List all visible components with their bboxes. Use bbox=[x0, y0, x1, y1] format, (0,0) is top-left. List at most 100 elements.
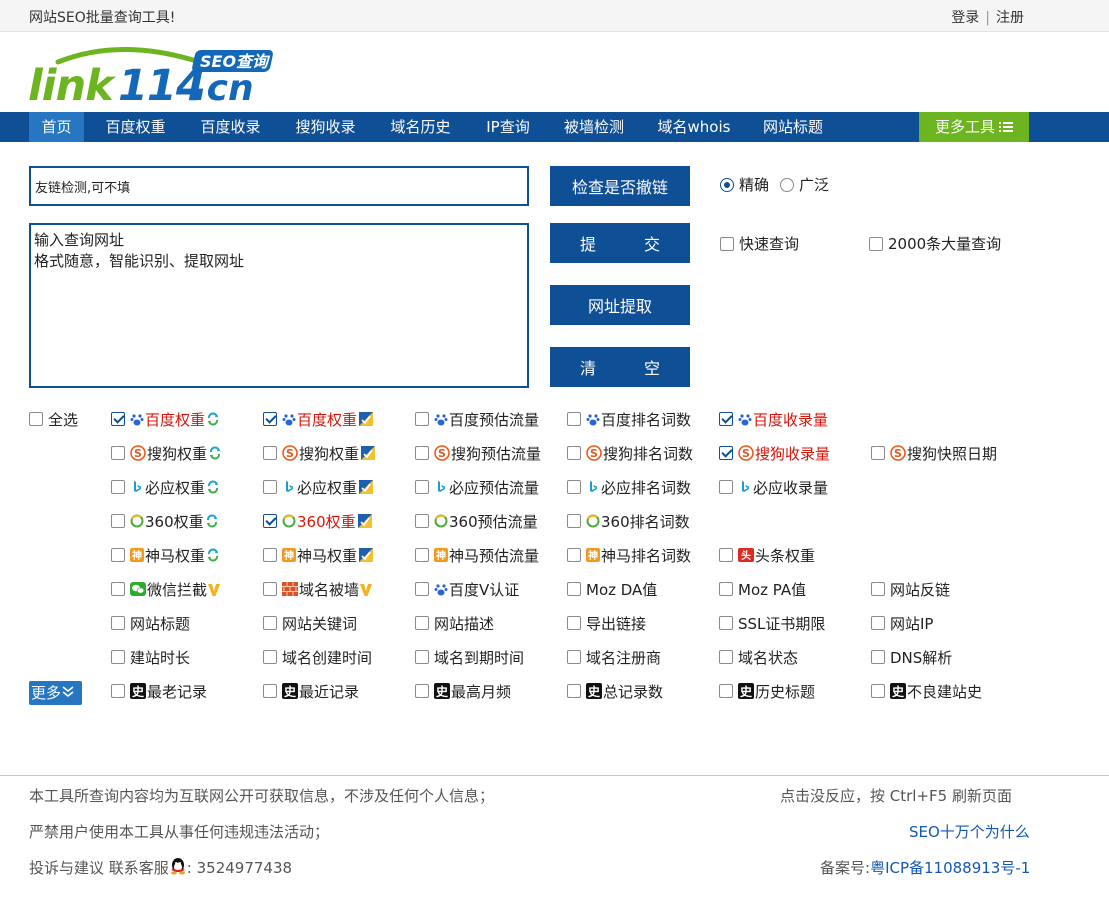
option-checkbox[interactable] bbox=[111, 616, 125, 630]
option-checkbox[interactable] bbox=[111, 480, 125, 494]
option-item[interactable]: S 搜狗快照日期 bbox=[871, 441, 997, 465]
option-item[interactable]: 域名状态 bbox=[719, 645, 798, 669]
option-item[interactable]: S 搜狗权重 bbox=[263, 441, 376, 465]
seo-faq-link[interactable]: SEO十万个为什么 bbox=[909, 823, 1030, 841]
option-checkbox[interactable] bbox=[415, 548, 429, 562]
option-item[interactable]: 头头条权重 bbox=[719, 543, 815, 567]
nav-site-title[interactable]: 网站标题 bbox=[750, 112, 836, 142]
match-broad-option[interactable]: 广泛 bbox=[780, 174, 829, 195]
option-item[interactable]: 史不良建站史 bbox=[871, 679, 982, 703]
option-item[interactable]: 必应预估流量 bbox=[415, 475, 539, 499]
option-checkbox[interactable] bbox=[567, 514, 581, 528]
nav-home[interactable]: 首页 bbox=[29, 112, 84, 142]
option-checkbox[interactable] bbox=[719, 548, 733, 562]
option-item[interactable]: 360权重 bbox=[111, 509, 219, 533]
option-checkbox[interactable] bbox=[263, 480, 277, 494]
option-checkbox[interactable] bbox=[263, 412, 277, 426]
option-checkbox[interactable] bbox=[415, 650, 429, 664]
site-logo[interactable]: link 114 .cn SEO查询 bbox=[28, 40, 278, 111]
register-link[interactable]: 注册 bbox=[996, 10, 1024, 26]
option-item[interactable]: 必应权重 bbox=[263, 475, 374, 499]
option-checkbox[interactable] bbox=[567, 412, 581, 426]
option-checkbox[interactable] bbox=[263, 650, 277, 664]
option-checkbox[interactable] bbox=[871, 684, 885, 698]
option-item[interactable]: 必应权重 bbox=[111, 475, 220, 499]
option-item[interactable]: 史总记录数 bbox=[567, 679, 663, 703]
option-item[interactable]: 建站时长 bbox=[111, 645, 190, 669]
option-item[interactable]: 域名被墙 bbox=[263, 577, 373, 601]
nav-whois[interactable]: 域名whois bbox=[646, 112, 742, 142]
option-item[interactable]: 网站IP bbox=[871, 611, 933, 635]
bulk-query-checkbox[interactable] bbox=[869, 236, 883, 251]
icp-link[interactable]: 粤ICP备11088913号-1 bbox=[870, 859, 1030, 877]
option-item[interactable]: 史最老记录 bbox=[111, 679, 207, 703]
option-checkbox[interactable] bbox=[719, 582, 733, 596]
option-item[interactable]: 网站反链 bbox=[871, 577, 950, 601]
option-item[interactable]: 百度收录量 bbox=[719, 407, 828, 431]
option-checkbox[interactable] bbox=[871, 582, 885, 596]
option-checkbox[interactable] bbox=[719, 616, 733, 630]
bulk-query-option[interactable]: 2000条大量查询 bbox=[869, 233, 1001, 254]
option-checkbox[interactable] bbox=[415, 514, 429, 528]
match-exact-radio[interactable] bbox=[720, 177, 734, 192]
option-item[interactable]: S 搜狗预估流量 bbox=[415, 441, 541, 465]
option-item[interactable]: 360权重 bbox=[263, 509, 373, 533]
more-options-button[interactable]: 更多 bbox=[29, 681, 82, 705]
option-item[interactable]: 微信拦截 bbox=[111, 577, 221, 601]
submit-button[interactable]: 提 交 bbox=[550, 223, 690, 263]
option-checkbox[interactable] bbox=[567, 446, 581, 460]
option-item[interactable]: S 搜狗权重 bbox=[111, 441, 222, 465]
option-checkbox[interactable] bbox=[263, 684, 277, 698]
option-checkbox[interactable] bbox=[871, 650, 885, 664]
option-checkbox[interactable] bbox=[263, 582, 277, 596]
nav-baidu-index[interactable]: 百度收录 bbox=[187, 112, 274, 142]
option-checkbox[interactable] bbox=[111, 582, 125, 596]
select-all-option[interactable]: 全选 bbox=[29, 407, 78, 431]
option-checkbox[interactable] bbox=[567, 582, 581, 596]
url-textarea[interactable] bbox=[29, 223, 529, 388]
option-item[interactable]: 史最近记录 bbox=[263, 679, 359, 703]
clear-button[interactable]: 清 空 bbox=[550, 347, 690, 387]
option-checkbox[interactable] bbox=[719, 446, 733, 460]
option-item[interactable]: Moz PA值 bbox=[719, 577, 806, 601]
select-all-checkbox[interactable] bbox=[29, 412, 43, 426]
option-checkbox[interactable] bbox=[111, 684, 125, 698]
option-item[interactable]: S 搜狗排名词数 bbox=[567, 441, 693, 465]
login-link[interactable]: 登录 bbox=[951, 10, 979, 26]
option-checkbox[interactable] bbox=[415, 412, 429, 426]
option-item[interactable]: 史历史标题 bbox=[719, 679, 815, 703]
option-checkbox[interactable] bbox=[263, 446, 277, 460]
option-item[interactable]: 史最高月频 bbox=[415, 679, 511, 703]
option-checkbox[interactable] bbox=[567, 650, 581, 664]
option-checkbox[interactable] bbox=[719, 480, 733, 494]
option-item[interactable]: Moz DA值 bbox=[567, 577, 657, 601]
option-checkbox[interactable] bbox=[719, 650, 733, 664]
option-checkbox[interactable] bbox=[263, 514, 277, 528]
option-item[interactable]: 神神马权重 bbox=[111, 543, 220, 567]
option-item[interactable]: 必应排名词数 bbox=[567, 475, 691, 499]
option-item[interactable]: 百度权重 bbox=[263, 407, 374, 431]
option-checkbox[interactable] bbox=[719, 412, 733, 426]
option-item[interactable]: 神神马权重 bbox=[263, 543, 374, 567]
option-item[interactable]: 神神马排名词数 bbox=[567, 543, 691, 567]
option-checkbox[interactable] bbox=[415, 582, 429, 596]
option-checkbox[interactable] bbox=[263, 548, 277, 562]
option-item[interactable]: 导出链接 bbox=[567, 611, 646, 635]
nav-ip-query[interactable]: IP查询 bbox=[472, 112, 544, 142]
qq-icon[interactable] bbox=[169, 857, 187, 879]
option-checkbox[interactable] bbox=[567, 616, 581, 630]
option-checkbox[interactable] bbox=[719, 684, 733, 698]
option-item[interactable]: DNS解析 bbox=[871, 645, 952, 669]
option-checkbox[interactable] bbox=[415, 616, 429, 630]
nav-sogou-index[interactable]: 搜狗收录 bbox=[282, 112, 369, 142]
option-checkbox[interactable] bbox=[567, 548, 581, 562]
extract-url-button[interactable]: 网址提取 bbox=[550, 285, 690, 325]
option-item[interactable]: 网站描述 bbox=[415, 611, 494, 635]
match-exact-option[interactable]: 精确 bbox=[720, 174, 769, 195]
more-tools-button[interactable]: 更多工具 bbox=[919, 112, 1029, 142]
fast-query-option[interactable]: 快速查询 bbox=[720, 233, 799, 254]
option-item[interactable]: 神神马预估流量 bbox=[415, 543, 539, 567]
option-item[interactable]: 360预估流量 bbox=[415, 509, 538, 533]
option-item[interactable]: 域名创建时间 bbox=[263, 645, 372, 669]
option-item[interactable]: 360排名词数 bbox=[567, 509, 690, 533]
